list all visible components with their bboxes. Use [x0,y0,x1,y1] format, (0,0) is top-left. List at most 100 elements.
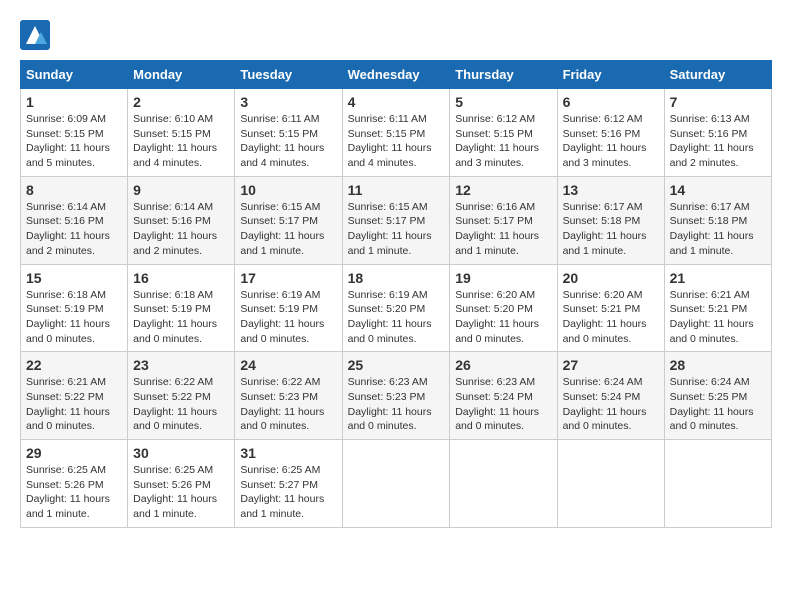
day-info: Sunrise: 6:23 AM Sunset: 5:23 PM Dayligh… [348,375,445,434]
day-info: Sunrise: 6:25 AM Sunset: 5:26 PM Dayligh… [133,463,229,522]
calendar-cell: 23 Sunrise: 6:22 AM Sunset: 5:22 PM Dayl… [128,352,235,440]
logo [20,20,54,50]
calendar-cell [557,440,664,528]
calendar-cell: 24 Sunrise: 6:22 AM Sunset: 5:23 PM Dayl… [235,352,342,440]
day-number: 22 [26,357,122,373]
calendar-cell: 6 Sunrise: 6:12 AM Sunset: 5:16 PM Dayli… [557,89,664,177]
day-info: Sunrise: 6:21 AM Sunset: 5:21 PM Dayligh… [670,288,766,347]
calendar-cell: 17 Sunrise: 6:19 AM Sunset: 5:19 PM Dayl… [235,264,342,352]
day-number: 3 [240,94,336,110]
day-number: 31 [240,445,336,461]
day-info: Sunrise: 6:15 AM Sunset: 5:17 PM Dayligh… [348,200,445,259]
day-number: 24 [240,357,336,373]
calendar-week-4: 22 Sunrise: 6:21 AM Sunset: 5:22 PM Dayl… [21,352,772,440]
day-number: 15 [26,270,122,286]
day-number: 20 [563,270,659,286]
calendar-cell: 25 Sunrise: 6:23 AM Sunset: 5:23 PM Dayl… [342,352,450,440]
day-info: Sunrise: 6:18 AM Sunset: 5:19 PM Dayligh… [26,288,122,347]
day-number: 2 [133,94,229,110]
calendar-cell: 8 Sunrise: 6:14 AM Sunset: 5:16 PM Dayli… [21,176,128,264]
calendar-cell: 12 Sunrise: 6:16 AM Sunset: 5:17 PM Dayl… [450,176,557,264]
day-number: 21 [670,270,766,286]
day-info: Sunrise: 6:21 AM Sunset: 5:22 PM Dayligh… [26,375,122,434]
calendar-cell: 1 Sunrise: 6:09 AM Sunset: 5:15 PM Dayli… [21,89,128,177]
calendar-cell: 9 Sunrise: 6:14 AM Sunset: 5:16 PM Dayli… [128,176,235,264]
day-info: Sunrise: 6:22 AM Sunset: 5:23 PM Dayligh… [240,375,336,434]
calendar-cell [450,440,557,528]
day-number: 13 [563,182,659,198]
calendar-body: 1 Sunrise: 6:09 AM Sunset: 5:15 PM Dayli… [21,89,772,528]
calendar-cell: 11 Sunrise: 6:15 AM Sunset: 5:17 PM Dayl… [342,176,450,264]
day-number: 5 [455,94,551,110]
day-number: 26 [455,357,551,373]
day-info: Sunrise: 6:24 AM Sunset: 5:25 PM Dayligh… [670,375,766,434]
calendar-table: SundayMondayTuesdayWednesdayThursdayFrid… [20,60,772,528]
day-info: Sunrise: 6:22 AM Sunset: 5:22 PM Dayligh… [133,375,229,434]
calendar-cell: 4 Sunrise: 6:11 AM Sunset: 5:15 PM Dayli… [342,89,450,177]
calendar-cell: 7 Sunrise: 6:13 AM Sunset: 5:16 PM Dayli… [664,89,771,177]
day-number: 1 [26,94,122,110]
day-info: Sunrise: 6:12 AM Sunset: 5:15 PM Dayligh… [455,112,551,171]
calendar-week-2: 8 Sunrise: 6:14 AM Sunset: 5:16 PM Dayli… [21,176,772,264]
day-info: Sunrise: 6:23 AM Sunset: 5:24 PM Dayligh… [455,375,551,434]
day-info: Sunrise: 6:15 AM Sunset: 5:17 PM Dayligh… [240,200,336,259]
calendar-cell: 22 Sunrise: 6:21 AM Sunset: 5:22 PM Dayl… [21,352,128,440]
col-header-saturday: Saturday [664,61,771,89]
calendar-cell: 19 Sunrise: 6:20 AM Sunset: 5:20 PM Dayl… [450,264,557,352]
calendar-cell: 14 Sunrise: 6:17 AM Sunset: 5:18 PM Dayl… [664,176,771,264]
day-info: Sunrise: 6:11 AM Sunset: 5:15 PM Dayligh… [348,112,445,171]
day-info: Sunrise: 6:18 AM Sunset: 5:19 PM Dayligh… [133,288,229,347]
day-info: Sunrise: 6:19 AM Sunset: 5:19 PM Dayligh… [240,288,336,347]
day-info: Sunrise: 6:12 AM Sunset: 5:16 PM Dayligh… [563,112,659,171]
col-header-friday: Friday [557,61,664,89]
day-info: Sunrise: 6:17 AM Sunset: 5:18 PM Dayligh… [670,200,766,259]
calendar-week-5: 29 Sunrise: 6:25 AM Sunset: 5:26 PM Dayl… [21,440,772,528]
day-number: 16 [133,270,229,286]
calendar-cell: 18 Sunrise: 6:19 AM Sunset: 5:20 PM Dayl… [342,264,450,352]
day-number: 19 [455,270,551,286]
calendar-cell: 16 Sunrise: 6:18 AM Sunset: 5:19 PM Dayl… [128,264,235,352]
day-info: Sunrise: 6:24 AM Sunset: 5:24 PM Dayligh… [563,375,659,434]
calendar-week-1: 1 Sunrise: 6:09 AM Sunset: 5:15 PM Dayli… [21,89,772,177]
day-number: 30 [133,445,229,461]
day-number: 7 [670,94,766,110]
day-number: 29 [26,445,122,461]
calendar-cell: 15 Sunrise: 6:18 AM Sunset: 5:19 PM Dayl… [21,264,128,352]
day-number: 14 [670,182,766,198]
day-number: 25 [348,357,445,373]
day-info: Sunrise: 6:19 AM Sunset: 5:20 PM Dayligh… [348,288,445,347]
day-info: Sunrise: 6:25 AM Sunset: 5:26 PM Dayligh… [26,463,122,522]
calendar-cell: 30 Sunrise: 6:25 AM Sunset: 5:26 PM Dayl… [128,440,235,528]
day-info: Sunrise: 6:25 AM Sunset: 5:27 PM Dayligh… [240,463,336,522]
day-number: 28 [670,357,766,373]
col-header-tuesday: Tuesday [235,61,342,89]
day-info: Sunrise: 6:10 AM Sunset: 5:15 PM Dayligh… [133,112,229,171]
day-info: Sunrise: 6:09 AM Sunset: 5:15 PM Dayligh… [26,112,122,171]
calendar-cell: 31 Sunrise: 6:25 AM Sunset: 5:27 PM Dayl… [235,440,342,528]
day-number: 11 [348,182,445,198]
calendar-cell: 29 Sunrise: 6:25 AM Sunset: 5:26 PM Dayl… [21,440,128,528]
day-number: 18 [348,270,445,286]
col-header-sunday: Sunday [21,61,128,89]
calendar-cell: 28 Sunrise: 6:24 AM Sunset: 5:25 PM Dayl… [664,352,771,440]
day-number: 8 [26,182,122,198]
day-number: 4 [348,94,445,110]
day-number: 12 [455,182,551,198]
calendar-cell: 21 Sunrise: 6:21 AM Sunset: 5:21 PM Dayl… [664,264,771,352]
day-info: Sunrise: 6:13 AM Sunset: 5:16 PM Dayligh… [670,112,766,171]
day-info: Sunrise: 6:20 AM Sunset: 5:21 PM Dayligh… [563,288,659,347]
calendar-cell: 5 Sunrise: 6:12 AM Sunset: 5:15 PM Dayli… [450,89,557,177]
calendar-cell: 3 Sunrise: 6:11 AM Sunset: 5:15 PM Dayli… [235,89,342,177]
col-header-thursday: Thursday [450,61,557,89]
calendar-week-3: 15 Sunrise: 6:18 AM Sunset: 5:19 PM Dayl… [21,264,772,352]
calendar-cell: 2 Sunrise: 6:10 AM Sunset: 5:15 PM Dayli… [128,89,235,177]
logo-icon [20,20,50,50]
day-number: 27 [563,357,659,373]
day-info: Sunrise: 6:16 AM Sunset: 5:17 PM Dayligh… [455,200,551,259]
calendar-header-row: SundayMondayTuesdayWednesdayThursdayFrid… [21,61,772,89]
calendar-cell: 27 Sunrise: 6:24 AM Sunset: 5:24 PM Dayl… [557,352,664,440]
day-info: Sunrise: 6:11 AM Sunset: 5:15 PM Dayligh… [240,112,336,171]
day-number: 10 [240,182,336,198]
col-header-wednesday: Wednesday [342,61,450,89]
calendar-cell: 10 Sunrise: 6:15 AM Sunset: 5:17 PM Dayl… [235,176,342,264]
